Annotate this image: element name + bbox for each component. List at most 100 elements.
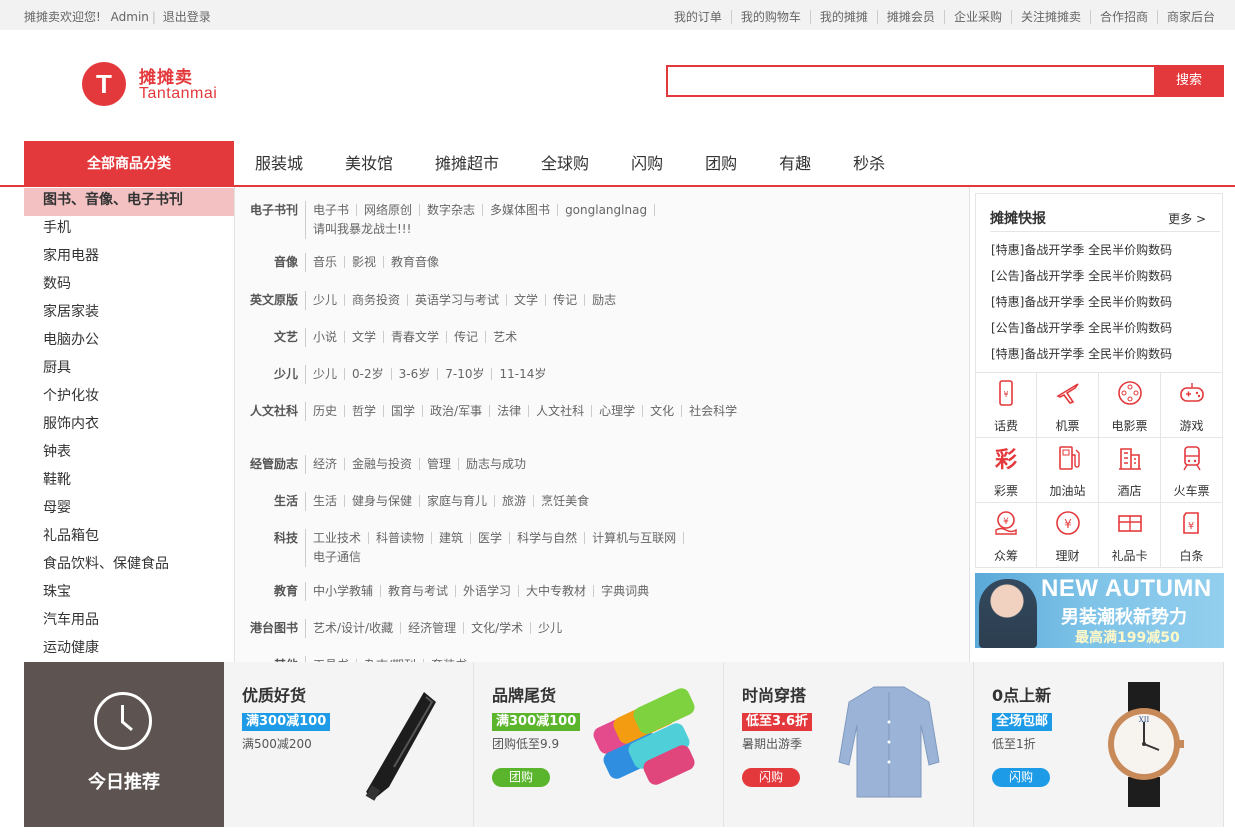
submenu-link[interactable]: 工业技术 [306,532,370,544]
recommend-card-button[interactable]: 闪购 [742,768,800,787]
submenu-link[interactable]: 网络原创 [357,204,421,216]
submenu-link[interactable]: 励志与成功 [459,458,533,470]
top-link-follow[interactable]: 关注摊摊卖 [1011,10,1091,24]
submenu-link[interactable]: 3-6岁 [392,368,439,380]
submenu-link[interactable]: 教育音像 [384,256,446,268]
submenu-link[interactable]: 科学与自然 [510,532,586,544]
news-item[interactable]: [特惠]备战开学季 全民半价购数码 [991,240,1172,266]
submenu-link[interactable]: 健身与保健 [345,495,421,507]
submenu-link[interactable]: 经济管理 [401,622,465,634]
submenu-link[interactable]: gonglanglnag [558,204,656,216]
category-item[interactable]: 食品饮料、保健食品 [24,552,234,580]
submenu-link[interactable]: 哲学 [345,405,385,417]
submenu-row-title[interactable]: 人文社科 [235,402,298,419]
category-item[interactable]: 厨具 [24,356,234,384]
category-item[interactable]: 汽车用品 [24,608,234,636]
submenu-link[interactable]: 文学 [345,331,385,343]
submenu-link[interactable]: 电子书 [306,204,358,216]
submenu-row-title[interactable]: 教育 [235,582,298,599]
submenu-link[interactable]: 商务投资 [345,294,409,306]
submenu-link[interactable]: 青春文学 [384,331,448,343]
submenu-row-title[interactable]: 音像 [235,253,298,270]
submenu-link[interactable]: 教育与考试 [381,585,457,597]
category-item[interactable]: 家用电器 [24,244,234,272]
news-item[interactable]: [公告]备战开学季 全民半价购数码 [991,266,1172,292]
news-more-link[interactable]: 更多 > [1168,210,1206,227]
recommend-card[interactable]: 0点上新 全场包邮 低至1折 闪购 XII [974,662,1224,827]
submenu-link[interactable]: 传记 [546,294,586,306]
news-item[interactable]: [公告]备战开学季 全民半价购数码 [991,318,1172,344]
category-item[interactable]: 服饰内衣 [24,412,234,440]
submenu-row-title[interactable]: 科技 [235,529,298,546]
submenu-link[interactable]: 请叫我暴龙战士!!! [306,223,418,235]
submenu-link[interactable]: 少儿 [531,622,569,634]
category-item[interactable]: 家居家装 [24,300,234,328]
submenu-link[interactable]: 数字杂志 [420,204,484,216]
nav-item-fun[interactable]: 有趣 [758,141,832,187]
recommend-card[interactable]: 时尚穿搭 低至3.6折 暑期出游季 闪购 [724,662,974,827]
submenu-row-title[interactable]: 经管励志 [235,455,298,472]
service-item[interactable]: 火车票 [1161,438,1223,503]
submenu-link[interactable]: 影视 [345,256,385,268]
submenu-link[interactable]: 英语学习与考试 [408,294,508,306]
submenu-link[interactable]: 医学 [471,532,511,544]
submenu-link[interactable]: 多媒体图书 [483,204,559,216]
submenu-link[interactable]: 法律 [490,405,530,417]
submenu-row-title[interactable]: 电子书刊 [235,201,298,218]
nav-item-clothing[interactable]: 服装城 [234,141,324,187]
category-item[interactable]: 礼品箱包 [24,524,234,552]
submenu-row-title[interactable]: 文艺 [235,328,298,345]
submenu-link[interactable]: 心理学 [592,405,644,417]
nav-item-supermarket[interactable]: 摊摊超市 [414,141,520,187]
submenu-link[interactable]: 旅游 [495,495,535,507]
submenu-link[interactable]: 大中专教材 [519,585,595,597]
logout-link[interactable]: 退出登录 [163,10,211,24]
submenu-row-title[interactable]: 英文原版 [235,291,298,308]
submenu-link[interactable]: 励志 [585,294,623,306]
service-item[interactable]: 游戏 [1161,373,1223,438]
search-button[interactable]: 搜索 [1154,65,1224,97]
category-item[interactable]: 珠宝 [24,580,234,608]
nav-item-group[interactable]: 团购 [684,141,758,187]
category-item[interactable]: 数码 [24,272,234,300]
service-item[interactable]: 彩彩票 [975,438,1037,503]
submenu-link[interactable]: 电子通信 [306,551,368,563]
category-item[interactable]: 个护化妆 [24,384,234,412]
recommend-card-button[interactable]: 闪购 [992,768,1050,787]
nav-item-beauty[interactable]: 美妆馆 [324,141,414,187]
top-link-partner[interactable]: 合作招商 [1090,10,1158,24]
service-item[interactable]: 电影票 [1099,373,1161,438]
submenu-link[interactable]: 科普读物 [369,532,433,544]
site-logo[interactable]: T 摊摊卖 Tantanmai [82,62,242,106]
submenu-link[interactable]: 小说 [306,331,346,343]
category-item[interactable]: 母婴 [24,496,234,524]
submenu-link[interactable]: 烹饪美食 [534,495,596,507]
submenu-link[interactable]: 金融与投资 [345,458,421,470]
submenu-link[interactable]: 文化 [643,405,683,417]
top-link-my-tantan[interactable]: 我的摊摊 [810,10,878,24]
service-item[interactable]: 机票 [1037,373,1099,438]
service-item[interactable]: ¥ 话费 [975,373,1037,438]
category-item-books[interactable]: 图书、音像、电子书刊 [24,188,234,216]
submenu-link[interactable]: 艺术/设计/收藏 [306,622,402,634]
search-input[interactable] [666,65,1156,97]
nav-item-seckill[interactable]: 秒杀 [832,141,906,187]
submenu-link[interactable]: 0-2岁 [345,368,392,380]
submenu-row-title[interactable]: 生活 [235,492,298,509]
submenu-link[interactable]: 人文社科 [529,405,593,417]
top-link-enterprise[interactable]: 企业采购 [944,10,1012,24]
service-item[interactable]: ¥ 白条 [1161,503,1223,568]
top-link-seller[interactable]: 商家后台 [1158,10,1215,24]
submenu-link[interactable]: 文化/学术 [464,622,532,634]
top-link-member[interactable]: 摊摊会员 [877,10,945,24]
service-item[interactable]: 礼品卡 [1099,503,1161,568]
service-item[interactable]: 加油站 [1037,438,1099,503]
top-link-orders[interactable]: 我的订单 [664,10,732,24]
service-item[interactable]: 酒店 [1099,438,1161,503]
submenu-link[interactable]: 音乐 [306,256,346,268]
category-item[interactable]: 钟表 [24,440,234,468]
service-item[interactable]: ¥ 理财 [1037,503,1099,568]
service-item[interactable]: ¥ 众筹 [975,503,1037,568]
submenu-link[interactable]: 建筑 [432,532,472,544]
submenu-link[interactable]: 政治/军事 [423,405,491,417]
